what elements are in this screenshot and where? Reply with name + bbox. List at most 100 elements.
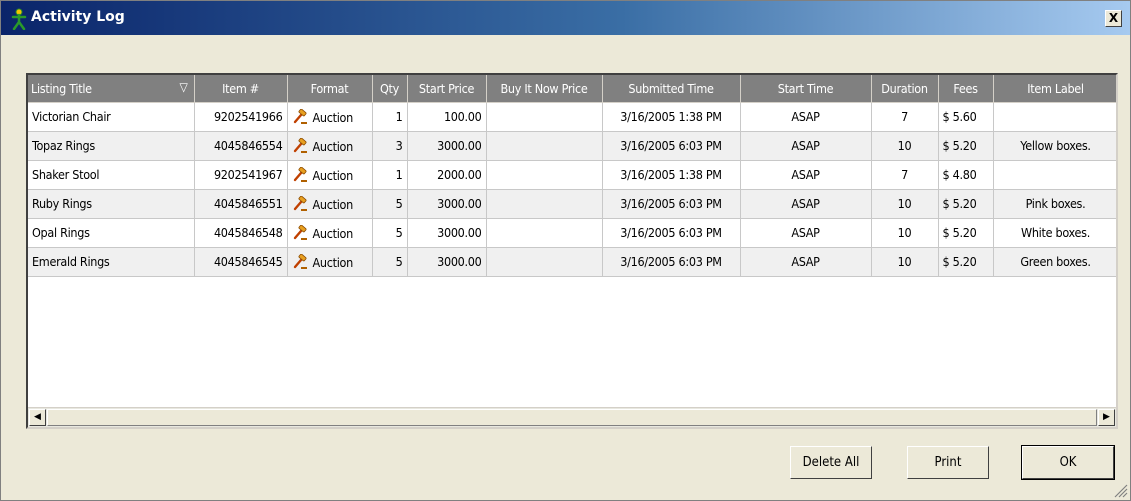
cell-fees: $ 5.20 xyxy=(938,189,994,219)
column-header-fees[interactable]: Fees xyxy=(938,75,994,103)
cell-listing-title: Topaz Rings xyxy=(28,131,195,161)
cell-duration: 10 xyxy=(871,218,939,248)
scroll-right-button[interactable]: ▶ xyxy=(1098,409,1115,426)
auction-gavel-icon xyxy=(293,253,307,269)
close-button[interactable]: X xyxy=(1105,10,1122,27)
cell-submitted-time: 3/16/2005 1:38 PM xyxy=(602,102,741,132)
auction-gavel-icon xyxy=(293,108,307,124)
cell-listing-title: Shaker Stool xyxy=(28,160,195,190)
column-header-item-label[interactable]: Item Label xyxy=(993,75,1116,103)
cell-submitted-time: 3/16/2005 6:03 PM xyxy=(602,218,741,248)
cell-qty: 1 xyxy=(372,160,408,190)
column-header-qty[interactable]: Qty xyxy=(372,75,408,103)
cell-fees: $ 5.20 xyxy=(938,247,994,277)
cell-fees: $ 5.20 xyxy=(938,218,994,248)
cell-format: Auction xyxy=(287,218,373,248)
format-label: Auction xyxy=(312,138,354,154)
horizontal-scrollbar[interactable]: ◀ ▶ xyxy=(28,407,1116,427)
cell-start-time: ASAP xyxy=(740,189,872,219)
column-header-item-number[interactable]: Item # xyxy=(194,75,288,103)
cell-buy-it-now-price xyxy=(486,218,603,248)
cell-qty: 1 xyxy=(372,102,408,132)
column-header-submitted-time[interactable]: Submitted Time xyxy=(602,75,741,103)
activity-log-figure-icon xyxy=(11,8,27,30)
cell-format: Auction xyxy=(287,247,373,277)
table-body: Victorian Chair 9202541966 Auction 1 100.00 3… xyxy=(28,102,1116,277)
cell-start-price: 100.00 xyxy=(407,102,487,132)
cell-duration: 10 xyxy=(871,189,939,219)
cell-item-number: 4045846545 xyxy=(194,247,288,277)
delete-all-button[interactable]: Delete All xyxy=(790,446,872,479)
cell-start-time: ASAP xyxy=(740,102,872,132)
cell-submitted-time: 3/16/2005 6:03 PM xyxy=(602,131,741,161)
table-row[interactable]: Emerald Rings 4045846545 Auction 5 3000.00 3/… xyxy=(28,247,1116,277)
cell-start-time: ASAP xyxy=(740,218,872,248)
cell-item-number: 9202541967 xyxy=(194,160,288,190)
cell-submitted-time: 3/16/2005 1:38 PM xyxy=(602,160,741,190)
column-header-listing-title[interactable]: Listing Title ▽ xyxy=(28,75,195,103)
table-row[interactable]: Topaz Rings 4045846554 Auction 3 3000.00 3/16… xyxy=(28,131,1116,161)
cell-item-label: Pink boxes. xyxy=(993,189,1116,219)
auction-gavel-icon xyxy=(293,137,307,153)
title-bar[interactable]: Activity Log X xyxy=(1,1,1130,35)
table-header-row: Listing Title ▽ Item # Format Qty Start P… xyxy=(28,75,1116,103)
cell-duration: 7 xyxy=(871,102,939,132)
cell-duration: 7 xyxy=(871,160,939,190)
cell-format: Auction xyxy=(287,189,373,219)
cell-qty: 5 xyxy=(372,189,408,219)
window-title: Activity Log xyxy=(31,9,125,25)
cell-format: Auction xyxy=(287,131,373,161)
cell-buy-it-now-price xyxy=(486,247,603,277)
format-label: Auction xyxy=(312,109,354,125)
column-header-start-time[interactable]: Start Time xyxy=(740,75,872,103)
cell-fees: $ 5.20 xyxy=(938,131,994,161)
table-row[interactable]: Victorian Chair 9202541966 Auction 1 100.00 3… xyxy=(28,102,1116,132)
cell-qty: 5 xyxy=(372,218,408,248)
format-label: Auction xyxy=(312,225,354,241)
auction-gavel-icon xyxy=(293,166,307,182)
cell-item-number: 4045846551 xyxy=(194,189,288,219)
auction-gavel-icon xyxy=(293,195,307,211)
column-header-format[interactable]: Format xyxy=(287,75,373,103)
cell-item-label xyxy=(993,160,1116,190)
auction-gavel-icon xyxy=(293,224,307,240)
table-row[interactable]: Ruby Rings 4045846551 Auction 5 3000.00 3/16/… xyxy=(28,189,1116,219)
cell-item-label: Green boxes. xyxy=(993,247,1116,277)
scroll-left-button[interactable]: ◀ xyxy=(29,409,46,426)
cell-start-time: ASAP xyxy=(740,131,872,161)
table-row[interactable]: Opal Rings 4045846548 Auction 5 3000.00 3/16/… xyxy=(28,218,1116,248)
column-header-duration[interactable]: Duration xyxy=(871,75,939,103)
format-label: Auction xyxy=(312,167,354,183)
cell-start-price: 3000.00 xyxy=(407,189,487,219)
cell-item-label: White boxes. xyxy=(993,218,1116,248)
sort-descending-icon: ▽ xyxy=(179,80,188,94)
cell-buy-it-now-price xyxy=(486,189,603,219)
cell-item-label: Yellow boxes. xyxy=(993,131,1116,161)
cell-start-price: 3000.00 xyxy=(407,218,487,248)
column-header-start-price[interactable]: Start Price xyxy=(407,75,487,103)
cell-buy-it-now-price xyxy=(486,131,603,161)
cell-item-number: 9202541966 xyxy=(194,102,288,132)
cell-qty: 3 xyxy=(372,131,408,161)
cell-start-price: 3000.00 xyxy=(407,131,487,161)
cell-start-price: 3000.00 xyxy=(407,247,487,277)
resize-grip-icon[interactable] xyxy=(1114,484,1128,498)
ok-button[interactable]: OK xyxy=(1021,445,1115,480)
format-label: Auction xyxy=(312,254,354,270)
cell-start-time: ASAP xyxy=(740,160,872,190)
scrollbar-thumb[interactable] xyxy=(47,409,1097,426)
cell-submitted-time: 3/16/2005 6:03 PM xyxy=(602,247,741,277)
cell-submitted-time: 3/16/2005 6:03 PM xyxy=(602,189,741,219)
table-row[interactable]: Shaker Stool 9202541967 Auction 1 2000.00 3/1… xyxy=(28,160,1116,190)
cell-fees: $ 5.60 xyxy=(938,102,994,132)
cell-buy-it-now-price xyxy=(486,102,603,132)
column-header-buy-it-now-price[interactable]: Buy It Now Price xyxy=(486,75,603,103)
cell-item-number: 4045846548 xyxy=(194,218,288,248)
activity-grid: Listing Title ▽ Item # Format Qty Start P… xyxy=(26,73,1118,429)
cell-listing-title: Ruby Rings xyxy=(28,189,195,219)
format-label: Auction xyxy=(312,196,354,212)
cell-listing-title: Victorian Chair xyxy=(28,102,195,132)
cell-start-time: ASAP xyxy=(740,247,872,277)
print-button[interactable]: Print xyxy=(907,446,989,479)
cell-qty: 5 xyxy=(372,247,408,277)
